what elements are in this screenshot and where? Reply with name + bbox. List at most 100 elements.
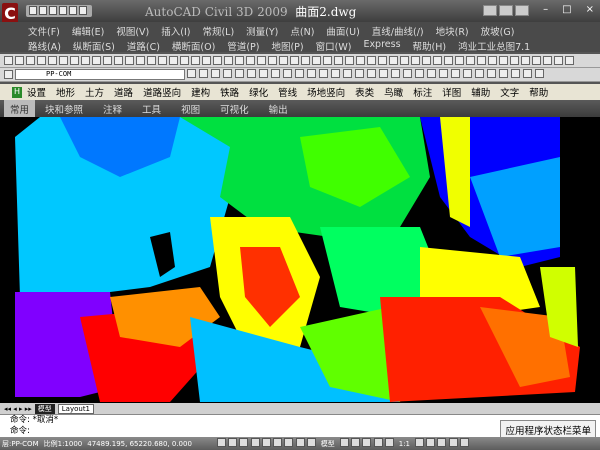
- modify-tool-icon[interactable]: [523, 68, 532, 78]
- menu-item-0[interactable]: 路线(A): [22, 37, 67, 53]
- modify-tool-icon[interactable]: [319, 68, 328, 78]
- ribbon-tab-5[interactable]: 可视化: [210, 102, 259, 116]
- modify-tool-icon[interactable]: [403, 68, 412, 78]
- modify-tool-icon[interactable]: [535, 68, 544, 78]
- layers-toolbar[interactable]: PP-COM: [0, 68, 600, 82]
- custom-menu-item-3[interactable]: 道路: [109, 85, 138, 99]
- menu-item-1[interactable]: 纵断面(S): [67, 37, 121, 53]
- modify-tool-icon[interactable]: [259, 68, 268, 78]
- toolbar-button-icon[interactable]: [180, 56, 189, 65]
- toolbar-button-icon[interactable]: [554, 56, 563, 65]
- toolbar-button-icon[interactable]: [301, 56, 310, 65]
- toolbar-button-icon[interactable]: [466, 56, 475, 65]
- modify-tool-icon[interactable]: [415, 68, 424, 78]
- toolbar-button-icon[interactable]: [400, 56, 409, 65]
- modify-tool-icon[interactable]: [247, 68, 256, 78]
- toolbar-button-icon[interactable]: [202, 56, 211, 65]
- layer-dropdown[interactable]: PP-COM: [15, 69, 185, 80]
- custom-menu-item-6[interactable]: 铁路: [215, 85, 244, 99]
- menu-item-3[interactable]: 插入(I): [155, 22, 196, 38]
- toolbar-button-icon[interactable]: [114, 56, 123, 65]
- menu-item-10[interactable]: 放坡(G): [475, 22, 521, 38]
- custom-menu-item-16[interactable]: 帮助: [524, 85, 553, 99]
- toolbar-button-icon[interactable]: [92, 56, 101, 65]
- modify-tool-icon[interactable]: [283, 68, 292, 78]
- minimize-button[interactable]: –: [543, 4, 548, 15]
- toolbar-button-icon[interactable]: [532, 56, 541, 65]
- toolbar-button-icon[interactable]: [59, 56, 68, 65]
- toolbar-button-icon[interactable]: [191, 56, 200, 65]
- menu-item-0[interactable]: 文件(F): [22, 22, 66, 38]
- tab-layout1[interactable]: Layout1: [57, 403, 95, 414]
- modify-tool-icon[interactable]: [235, 68, 244, 78]
- menu-item-7[interactable]: Express: [357, 37, 406, 52]
- annotation-scale[interactable]: 1:1: [399, 440, 410, 448]
- modify-tool-icon[interactable]: [499, 68, 508, 78]
- modify-tool-icon[interactable]: [487, 68, 496, 78]
- custom-menu-item-9[interactable]: 场地竖向: [302, 85, 350, 99]
- modify-tool-icon[interactable]: [463, 68, 472, 78]
- tab-model[interactable]: 模型: [34, 403, 55, 414]
- modify-tool-icon[interactable]: [343, 68, 352, 78]
- menu-item-9[interactable]: 鸿业工业总图7.1: [452, 37, 536, 53]
- custom-menu-item-2[interactable]: 土方: [80, 85, 109, 99]
- toolbar-button-icon[interactable]: [455, 56, 464, 65]
- toolbar-button-icon[interactable]: [158, 56, 167, 65]
- modify-tool-icon[interactable]: [451, 68, 460, 78]
- custom-menu-item-10[interactable]: 表类: [350, 85, 379, 99]
- toolbar-button-icon[interactable]: [224, 56, 233, 65]
- toolbar-button-icon[interactable]: [510, 56, 519, 65]
- modify-tool-icon[interactable]: [199, 68, 208, 78]
- toolbar-button-icon[interactable]: [26, 56, 35, 65]
- toolbar-button-icon[interactable]: [257, 56, 266, 65]
- menu-item-8[interactable]: 帮助(H): [407, 37, 453, 53]
- menu-item-7[interactable]: 曲面(U): [320, 22, 365, 38]
- menu-item-8[interactable]: 直线/曲线(/): [366, 22, 430, 38]
- toolbar-button-icon[interactable]: [15, 56, 24, 65]
- menu-item-2[interactable]: 道路(C): [121, 37, 166, 53]
- menu-item-5[interactable]: 地图(P): [265, 37, 309, 53]
- toolbar-button-icon[interactable]: [169, 56, 178, 65]
- toolbar-button-icon[interactable]: [147, 56, 156, 65]
- modify-tool-icon[interactable]: [307, 68, 316, 78]
- modify-tool-icon[interactable]: [355, 68, 364, 78]
- toolbar-button-icon[interactable]: [444, 56, 453, 65]
- custom-menu-item-14[interactable]: 辅助: [466, 85, 495, 99]
- toolbar-button-icon[interactable]: [70, 56, 79, 65]
- toolbar-button-icon[interactable]: [499, 56, 508, 65]
- custom-menu-item-8[interactable]: 管线: [273, 85, 302, 99]
- toolbar-button-icon[interactable]: [367, 56, 376, 65]
- toolbar-button-icon[interactable]: [290, 56, 299, 65]
- menu-item-4[interactable]: 常规(L): [196, 22, 240, 38]
- toolbar-button-icon[interactable]: [422, 56, 431, 65]
- menu-item-9[interactable]: 地块(R): [430, 22, 475, 38]
- modify-tool-icon[interactable]: [391, 68, 400, 78]
- toolbar-button-icon[interactable]: [312, 56, 321, 65]
- toolbar-button-icon[interactable]: [433, 56, 442, 65]
- toolbar-button-icon[interactable]: [125, 56, 134, 65]
- menu-item-6[interactable]: 窗口(W): [310, 37, 358, 53]
- toolbar-button-icon[interactable]: [268, 56, 277, 65]
- infocenter-search[interactable]: [483, 5, 529, 16]
- modify-tool-icon[interactable]: [331, 68, 340, 78]
- modify-tool-icon[interactable]: [295, 68, 304, 78]
- standard-toolbar[interactable]: [0, 54, 600, 68]
- ribbon-tab-2[interactable]: 注释: [93, 102, 132, 116]
- toolbar-button-icon[interactable]: [389, 56, 398, 65]
- custom-menu-item-7[interactable]: 绿化: [244, 85, 273, 99]
- model-space-button[interactable]: 模型: [321, 439, 335, 449]
- toolbar-button-icon[interactable]: [411, 56, 420, 65]
- menu-item-6[interactable]: 点(N): [284, 22, 320, 38]
- ribbon-tab-1[interactable]: 块和参照: [35, 102, 93, 116]
- modify-tool-icon[interactable]: [223, 68, 232, 78]
- custom-menu-item-12[interactable]: 标注: [408, 85, 437, 99]
- modify-tool-icon[interactable]: [271, 68, 280, 78]
- custom-menu-item-11[interactable]: 鸟瞰: [379, 85, 408, 99]
- toolbar-button-icon[interactable]: [81, 56, 90, 65]
- maximize-button[interactable]: □: [562, 4, 571, 15]
- toolbar-button-icon[interactable]: [235, 56, 244, 65]
- modify-tool-icon[interactable]: [511, 68, 520, 78]
- toolbar-button-icon[interactable]: [521, 56, 530, 65]
- custom-menu-item-1[interactable]: 地形: [51, 85, 80, 99]
- drawing-canvas[interactable]: [0, 117, 600, 403]
